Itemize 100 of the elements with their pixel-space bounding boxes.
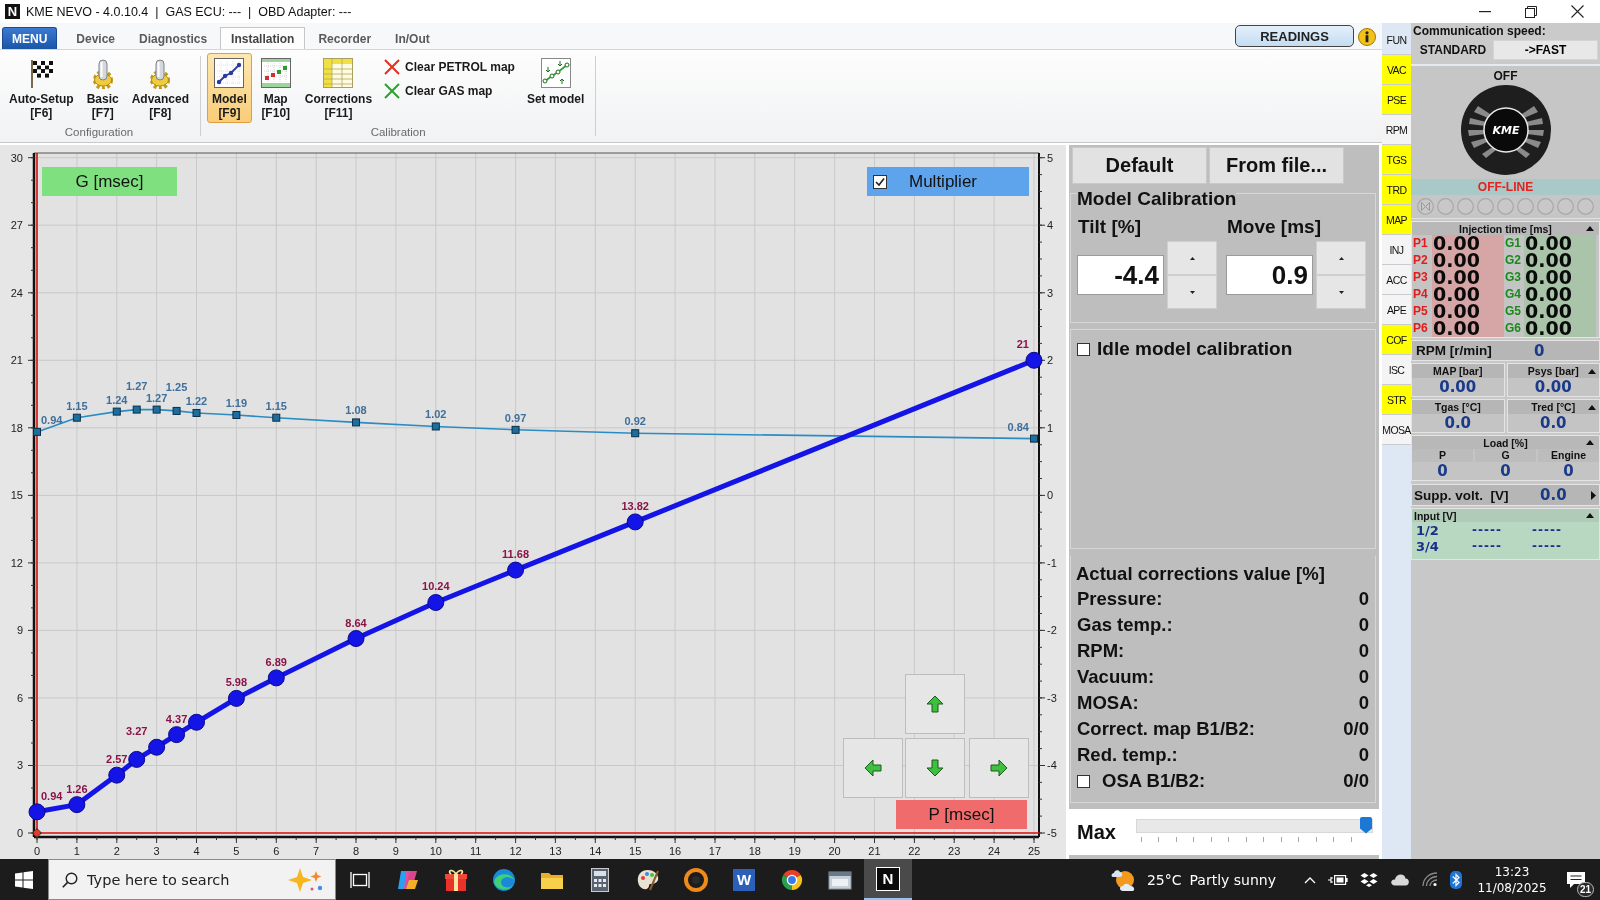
task-view-icon[interactable] xyxy=(350,870,370,889)
logo-emblem: KME xyxy=(1459,84,1552,176)
data-point[interactable] xyxy=(192,408,201,417)
windows-logo-icon[interactable] xyxy=(15,870,33,889)
data-point[interactable] xyxy=(227,689,245,707)
data-point[interactable] xyxy=(431,422,440,431)
data-point[interactable] xyxy=(33,427,41,436)
menu-button[interactable]: MENU xyxy=(2,27,58,49)
ribbon-tab[interactable]: Recorder xyxy=(307,27,383,49)
side-tab[interactable]: STR xyxy=(1382,385,1411,415)
side-tab[interactable]: VAC xyxy=(1382,55,1411,85)
minimize-icon[interactable] xyxy=(1479,10,1491,13)
ribbon-button[interactable]: Basic [F7] xyxy=(81,53,124,123)
ribbon-button[interactable]: Model [F9] xyxy=(207,53,252,123)
ribbon-button[interactable]: Auto-Setup [F6] xyxy=(4,53,79,123)
ribbon-tab[interactable]: Diagnostics xyxy=(128,27,219,49)
data-point[interactable] xyxy=(108,766,126,784)
taskbar-app-button[interactable]: W xyxy=(720,859,768,900)
ribbon-button[interactable]: Corrections [F11] xyxy=(299,53,378,123)
plug-battery-icon[interactable] xyxy=(1328,873,1348,886)
expand-caret-icon[interactable] xyxy=(1591,490,1596,500)
weather-temperature[interactable]: 25°C xyxy=(1146,871,1182,888)
clock[interactable]: 13:23 11/08/2025 xyxy=(1472,863,1552,896)
checkbox[interactable] xyxy=(1077,774,1090,788)
collapse-caret-icon[interactable] xyxy=(1586,226,1594,231)
data-point[interactable] xyxy=(148,738,166,756)
data-point[interactable] xyxy=(68,796,86,814)
info-icon[interactable] xyxy=(1358,28,1376,46)
ribbon-button[interactable]: Advanced [F8] xyxy=(126,53,195,123)
data-point[interactable] xyxy=(172,406,181,415)
bluetooth-icon[interactable] xyxy=(1450,870,1462,889)
data-point[interactable] xyxy=(511,425,520,434)
correction-label[interactable]: OSA B1/B2: xyxy=(1102,770,1344,792)
slider-thumb[interactable] xyxy=(1360,816,1372,834)
speed-button[interactable]: ->FAST xyxy=(1493,40,1598,60)
side-tab[interactable]: TRD xyxy=(1382,175,1411,205)
data-point[interactable] xyxy=(267,669,285,687)
reading-value: 0.00 xyxy=(1432,303,1504,320)
ribbon-button[interactable]: Clear PETROL map xyxy=(380,57,519,77)
axis-tick-label: 4 xyxy=(193,845,200,857)
collapse-caret-icon[interactable] xyxy=(1588,404,1596,410)
slider-track[interactable] xyxy=(1135,818,1373,833)
data-point[interactable] xyxy=(631,429,640,438)
data-point[interactable] xyxy=(427,594,445,611)
collapse-caret-icon[interactable] xyxy=(1586,513,1594,518)
side-tab[interactable]: COF xyxy=(1382,325,1411,355)
data-point[interactable] xyxy=(347,630,365,647)
side-tab[interactable]: MAP xyxy=(1382,205,1411,235)
data-point[interactable] xyxy=(626,513,644,531)
data-point[interactable] xyxy=(112,407,121,416)
data-point[interactable] xyxy=(168,726,186,744)
checkbox[interactable] xyxy=(1077,342,1090,356)
axis-tick-label: 8 xyxy=(353,845,360,857)
side-tab[interactable]: ISC xyxy=(1382,355,1411,385)
ribbon-button[interactable]: Map [F10] xyxy=(254,53,297,123)
axis-tick-label: 24 xyxy=(10,286,23,299)
close-icon[interactable] xyxy=(1570,5,1584,18)
weather-condition[interactable]: Partly sunny xyxy=(1189,871,1276,888)
data-label: 1.27 xyxy=(145,391,168,404)
data-label: 0.94 xyxy=(41,413,63,426)
section-title: Load [%] xyxy=(1483,436,1528,449)
panel-button[interactable]: From file... xyxy=(1209,147,1344,184)
checkbox-label[interactable]: Idle model calibration xyxy=(1097,338,1293,360)
ribbon-tab[interactable]: Device xyxy=(65,27,127,49)
number-field[interactable]: 0.9 xyxy=(1226,255,1313,295)
data-point[interactable] xyxy=(28,803,46,821)
side-tab[interactable]: APE xyxy=(1382,295,1411,325)
ribbon-tab[interactable]: In/Out xyxy=(384,27,441,49)
cloud-icon[interactable] xyxy=(1390,873,1410,886)
side-tab[interactable]: RPM xyxy=(1382,115,1411,145)
data-point[interactable] xyxy=(1025,351,1043,369)
number-field[interactable]: -4.4 xyxy=(1077,255,1164,295)
data-point[interactable] xyxy=(128,750,146,768)
side-tab[interactable]: ACC xyxy=(1382,265,1411,295)
sun-cloud-icon[interactable] xyxy=(1110,867,1137,892)
checkbox[interactable] xyxy=(873,174,887,189)
readings-button[interactable]: READINGS xyxy=(1235,25,1354,47)
cylinder-label: G2 xyxy=(1504,252,1522,269)
data-point[interactable] xyxy=(72,413,81,422)
side-tab[interactable]: INJ xyxy=(1382,235,1411,265)
restore-icon[interactable] xyxy=(1525,5,1537,18)
diamonds-icon[interactable] xyxy=(1360,872,1378,887)
ribbon-button[interactable]: Clear GAS map xyxy=(380,81,519,101)
multiplier-toggle[interactable]: Multiplier xyxy=(867,167,1029,196)
side-tab[interactable]: PSE xyxy=(1382,85,1411,115)
ribbon-button[interactable]: Set model xyxy=(521,53,590,123)
ribbon-tab[interactable]: Installation xyxy=(220,27,306,49)
search-field[interactable]: Type here to search xyxy=(48,859,336,900)
side-tab[interactable]: TGS xyxy=(1382,145,1411,175)
wifi-icon[interactable] xyxy=(1422,872,1438,887)
side-tab[interactable]: MOSA xyxy=(1382,415,1411,445)
chevron-up-icon[interactable] xyxy=(1304,875,1316,884)
data-point[interactable] xyxy=(507,561,525,579)
data-point[interactable] xyxy=(352,418,361,427)
taskbar-app-button[interactable]: N xyxy=(864,859,912,900)
panel-button[interactable]: Default xyxy=(1072,147,1207,184)
data-point[interactable] xyxy=(188,713,205,731)
collapse-caret-icon[interactable] xyxy=(1586,440,1594,445)
axis-tick-label: 17 xyxy=(708,845,722,857)
collapse-caret-icon[interactable] xyxy=(1588,368,1596,374)
